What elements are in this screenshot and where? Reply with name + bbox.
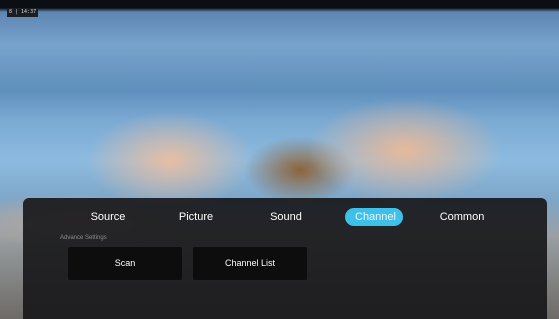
advance-settings-label: Advance Settings	[60, 235, 107, 241]
channel-list-button[interactable]: Channel List	[193, 247, 307, 280]
tab-channel[interactable]: Channel	[345, 208, 403, 226]
scan-button[interactable]: Scan	[68, 247, 182, 280]
menu-tabs: Source Picture Sound Channel Common	[23, 198, 547, 234]
tab-common[interactable]: Common	[435, 208, 489, 226]
status-badge: 8 | 14:37	[7, 8, 39, 17]
settings-panel: Source Picture Sound Channel Common Adva…	[23, 198, 547, 319]
tab-source[interactable]: Source	[83, 208, 133, 226]
tab-sound[interactable]: Sound	[261, 208, 311, 226]
tab-picture[interactable]: Picture	[169, 208, 223, 226]
